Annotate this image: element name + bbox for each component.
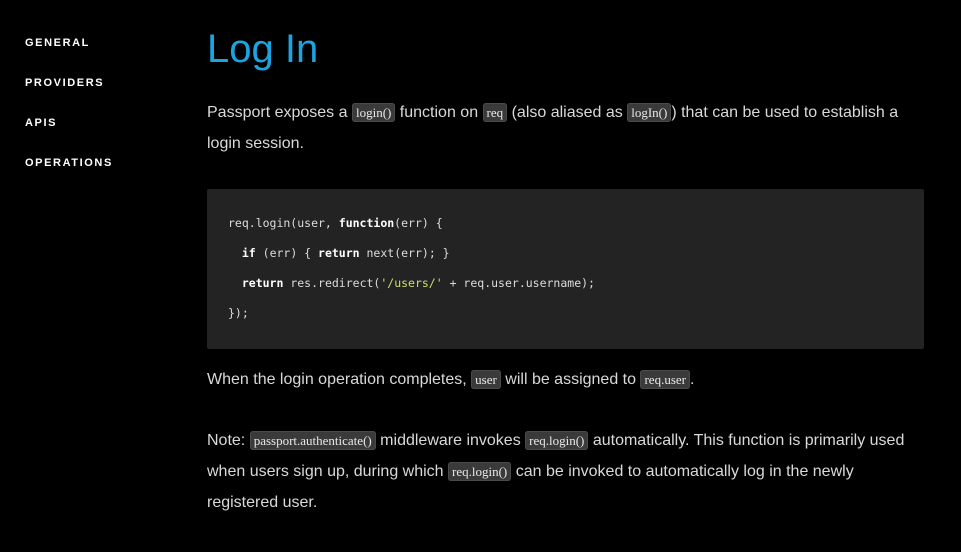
code-text: + req.user.username); [442,276,595,290]
code-text: }); [228,306,249,320]
sidebar-item-providers[interactable]: PROVIDERS [25,76,175,116]
inline-code-passport-authenticate: passport.authenticate() [249,431,376,450]
inline-code-req-login: req.login() [448,462,512,481]
note-text: middleware invokes [375,432,526,449]
code-line-2: if (err) { return next(err); } [228,246,450,260]
sidebar-item-general[interactable]: GENERAL [25,36,175,76]
code-line-3: return res.redirect('/users/' + req.user… [228,276,595,290]
intro-text: function on [395,104,483,121]
sidebar-item-apis[interactable]: APIS [25,116,175,156]
code-text: next(err); } [359,246,450,260]
completion-paragraph: When the login operation completes, user… [207,364,925,395]
code-line-4: }); [228,306,249,320]
code-keyword: return [318,246,360,260]
intro-paragraph: Passport exposes a login() function on r… [207,97,925,159]
intro-text: (also aliased as [507,104,628,121]
code-block: req.login(user, function(err) { if (err)… [207,189,924,349]
code-text: (err) { [394,216,443,230]
inline-code-login: login() [351,103,396,122]
completion-text: When the login operation completes, [207,371,472,388]
code-line-1: req.login(user, function(err) { [228,216,443,230]
note-text: Note: [207,432,250,449]
code-text: res.redirect( [283,276,381,290]
inline-code-login-alias: logIn() [627,103,672,122]
inline-code-req-user: req.user [640,370,690,389]
inline-code-user: user [471,370,501,389]
note-paragraph: Note: passport.authenticate() middleware… [207,425,925,518]
code-keyword: function [338,216,395,230]
code-keyword: if [241,246,256,260]
completion-text: . [689,371,695,388]
sidebar-item-operations[interactable]: OPERATIONS [25,156,175,196]
code-keyword: return [241,276,284,290]
intro-text: Passport exposes a [207,104,352,121]
inline-code-req-login: req.login() [525,431,589,450]
page-title: Log In [207,27,319,71]
code-text: req.login(user, [228,216,339,230]
code-string: '/users/' [380,276,443,290]
code-text: (err) { [255,246,319,260]
inline-code-req: req [482,103,508,122]
completion-text: will be assigned to [500,371,641,388]
sidebar-nav: GENERAL PROVIDERS APIS OPERATIONS [25,36,175,196]
